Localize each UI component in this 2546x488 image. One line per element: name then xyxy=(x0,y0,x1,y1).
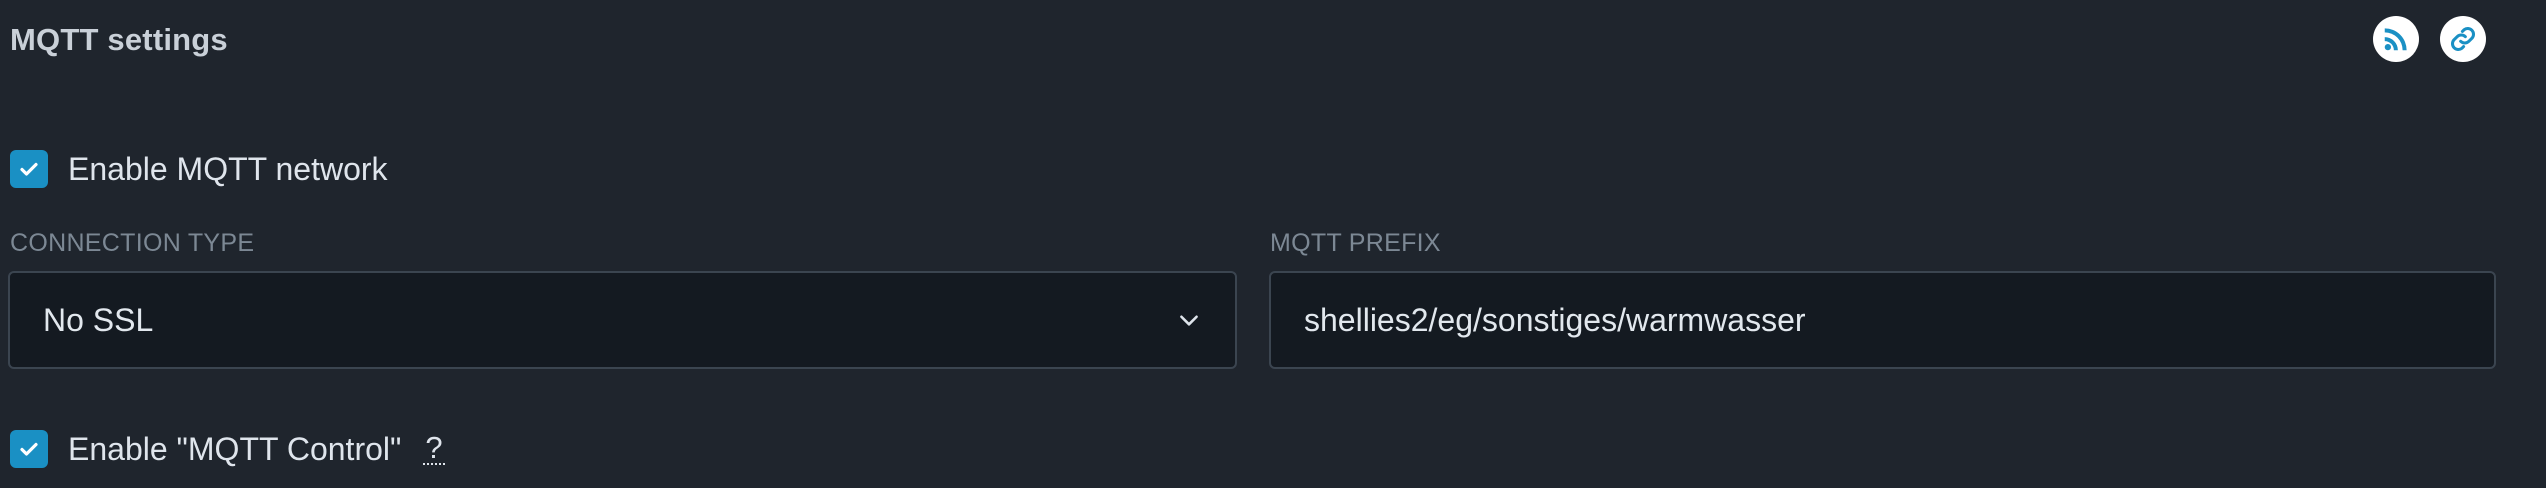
mqtt-prefix-input[interactable]: shellies2/eg/sonstiges/warmwasser xyxy=(1269,271,2496,369)
rss-icon xyxy=(2384,28,2407,51)
enable-mqtt-network-option[interactable]: Enable MQTT network xyxy=(10,150,388,188)
help-tooltip-trigger[interactable]: ? xyxy=(423,432,445,465)
enable-mqtt-control-checkbox[interactable] xyxy=(10,430,48,468)
enable-mqtt-network-label: Enable MQTT network xyxy=(68,150,388,187)
page-title: MQTT settings xyxy=(10,22,228,57)
checkmark-icon xyxy=(20,162,38,176)
connection-type-select[interactable]: No SSL xyxy=(8,271,1237,369)
enable-mqtt-control-label: Enable "MQTT Control" xyxy=(68,430,402,467)
chevron-down-icon xyxy=(1180,315,1198,326)
connection-type-value: No SSL xyxy=(43,301,154,338)
enable-mqtt-network-checkbox[interactable] xyxy=(10,150,48,188)
mqtt-prefix-label: MQTT PREFIX xyxy=(1270,229,1441,257)
mqtt-prefix-value: shellies2/eg/sonstiges/warmwasser xyxy=(1304,301,1806,338)
checkmark-icon xyxy=(20,442,38,456)
connection-type-label: CONNECTION TYPE xyxy=(10,229,255,257)
rss-button[interactable] xyxy=(2373,16,2419,62)
link-button[interactable] xyxy=(2440,16,2486,62)
link-icon xyxy=(2451,27,2475,51)
mqtt-settings-panel: MQTT settings Enable MQTT network CONNEC… xyxy=(0,0,2546,488)
enable-mqtt-control-option[interactable]: Enable "MQTT Control" ? xyxy=(10,430,445,468)
